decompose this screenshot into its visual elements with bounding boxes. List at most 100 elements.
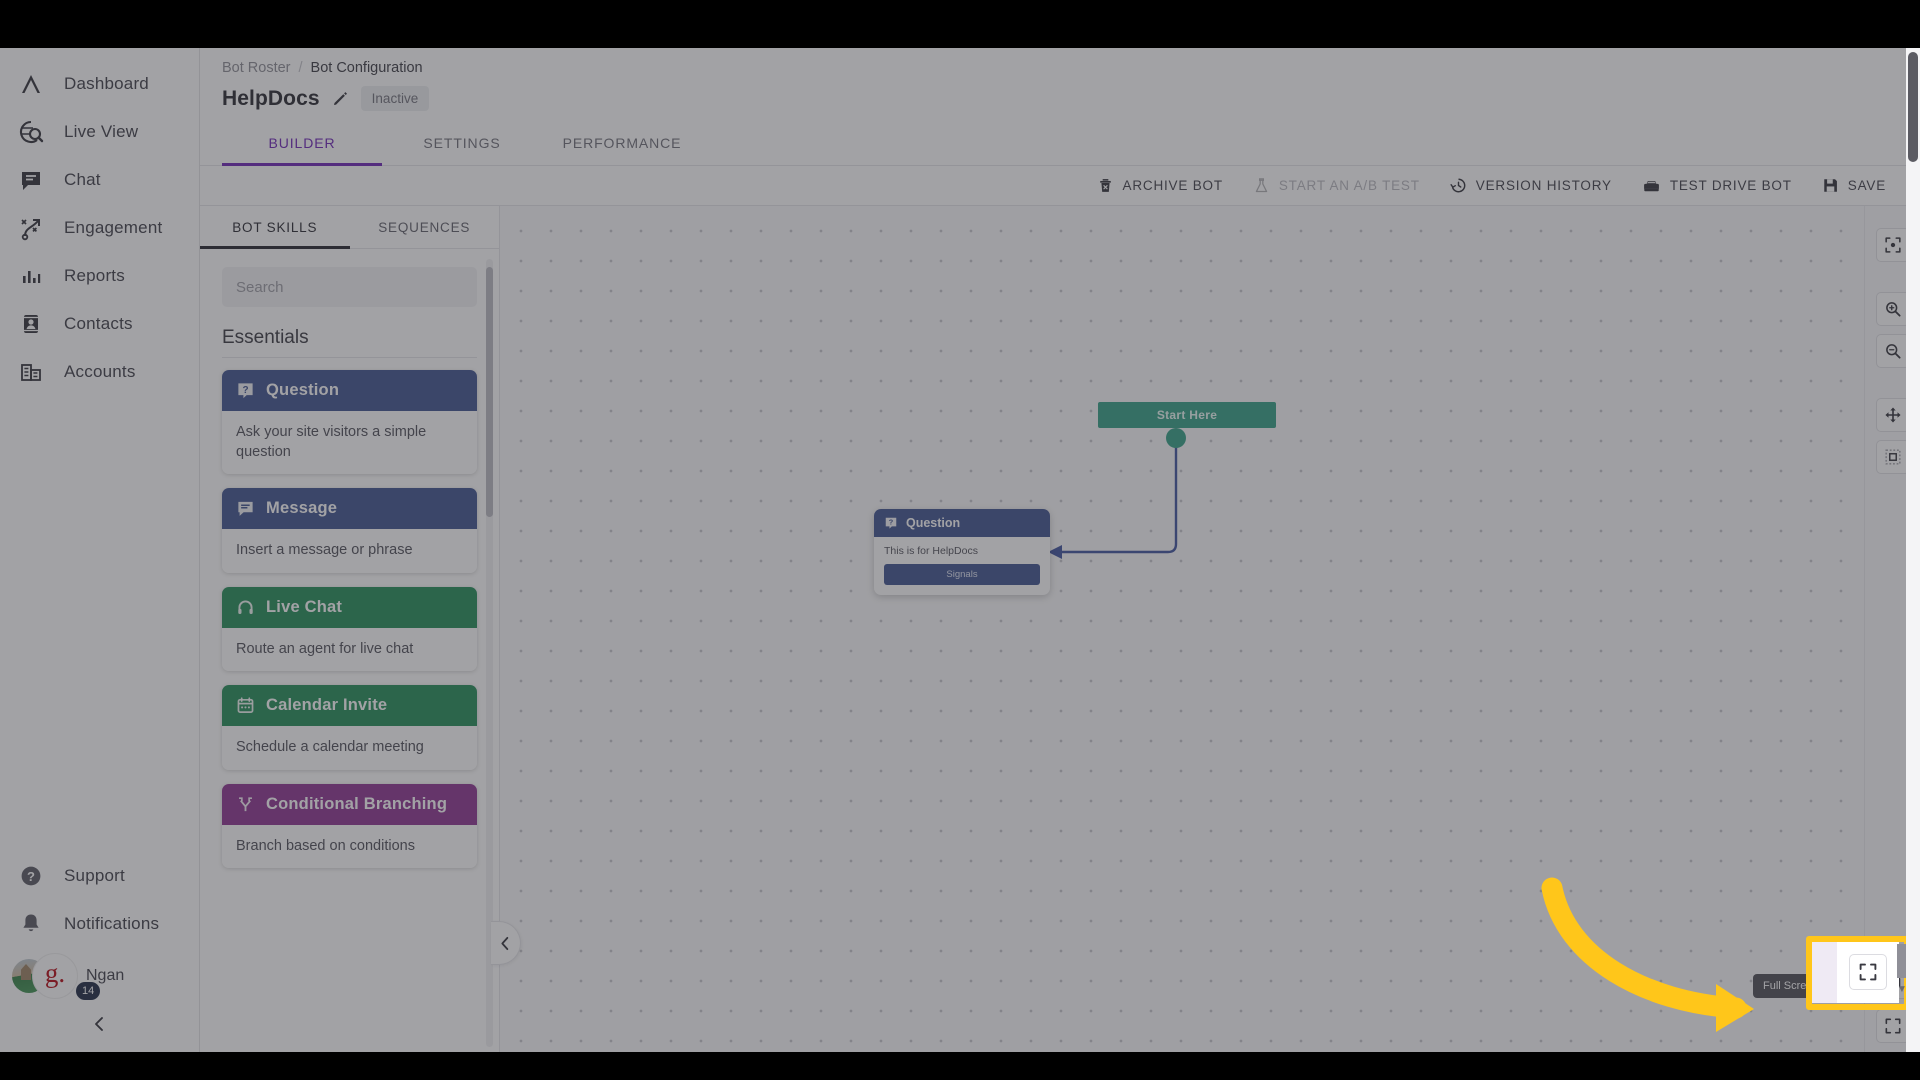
zoom-in-icon xyxy=(1885,302,1901,317)
fullscreen-icon xyxy=(1859,963,1877,981)
zoom-in-button[interactable] xyxy=(1875,292,1910,326)
sidebar-item-chat[interactable]: Chat xyxy=(0,156,199,204)
skill-card-header: Live Chat xyxy=(222,586,477,628)
divider xyxy=(222,357,477,358)
question-badge-icon: ? xyxy=(885,518,897,529)
builder-toolbar: ARCHIVE BOT START AN A/B TEST VERSION HI… xyxy=(200,166,1920,206)
sidebar-item-accounts[interactable]: Accounts xyxy=(0,348,199,396)
breadcrumb-parent[interactable]: Bot Roster xyxy=(222,60,291,76)
trash-icon xyxy=(1099,179,1111,192)
canvas-grid[interactable]: Start Here ? Question This is for HelpDo… xyxy=(500,206,1920,1057)
logo-peak-icon xyxy=(16,69,46,99)
skill-list-scroll[interactable]: Essentials ? Question Ask your site visi… xyxy=(200,249,499,1057)
chat-bubble-icon xyxy=(16,165,46,195)
primary-nav: Dashboard Live View Chat Engagement Repo… xyxy=(0,48,199,396)
flow-canvas[interactable]: Start Here ? Question This is for HelpDo… xyxy=(500,206,1920,1057)
test-drive-bot-button[interactable]: TEST DRIVE BOT xyxy=(1642,177,1792,194)
chevron-left-icon xyxy=(501,936,509,950)
skill-card-title: Question xyxy=(266,381,340,399)
sidebar-item-label: Notifications xyxy=(64,914,160,933)
sidebar-item-label: Live View xyxy=(64,122,139,141)
page-scrollbar-thumb[interactable] xyxy=(1908,52,1918,162)
calendar-icon xyxy=(237,697,254,714)
notification-count-badge: 14 xyxy=(74,980,103,1002)
recenter-button[interactable] xyxy=(1875,228,1910,262)
tab-settings[interactable]: SETTINGS xyxy=(382,125,542,165)
sidebar-item-reports[interactable]: Reports xyxy=(0,252,199,300)
app-root: Dashboard Live View Chat Engagement Repo… xyxy=(0,0,1920,1080)
skill-card-desc: Ask your site visitors a simple question xyxy=(222,411,477,475)
sidebar-item-engagement[interactable]: Engagement xyxy=(0,204,199,252)
sidebar-item-contacts[interactable]: Contacts xyxy=(0,300,199,348)
car-icon xyxy=(1643,181,1659,192)
version-history-button[interactable]: VERSION HISTORY xyxy=(1450,177,1612,194)
skill-card-question[interactable]: ? Question Ask your site visitors a simp… xyxy=(222,370,477,475)
building-icon xyxy=(16,357,46,387)
live-view-globe-icon xyxy=(16,117,46,147)
start-ab-test-button[interactable]: START AN A/B TEST xyxy=(1253,177,1420,194)
page-title-row: HelpDocs Inactive xyxy=(200,76,1920,111)
node-start-here[interactable]: Start Here xyxy=(1098,402,1276,428)
fit-selection-icon xyxy=(1884,449,1901,465)
archive-bot-button[interactable]: ARCHIVE BOT xyxy=(1097,177,1223,194)
secondary-nav: ? Support Notifications g. 14 Ngan xyxy=(0,852,199,1052)
pencil-icon xyxy=(333,92,347,105)
node-question[interactable]: ? Question This is for HelpDocs Signals xyxy=(874,509,1050,595)
zoom-out-button[interactable] xyxy=(1875,334,1910,368)
message-bubble-icon xyxy=(238,501,253,517)
start-node-output-handle[interactable] xyxy=(1166,428,1186,448)
start-node-label: Start Here xyxy=(1098,402,1276,428)
tab-bot-skills[interactable]: BOT SKILLS xyxy=(200,206,350,249)
fullscreen-button[interactable] xyxy=(1875,1009,1910,1043)
sidebar-item-dashboard[interactable]: Dashboard xyxy=(0,60,199,108)
tab-label: PERFORMANCE xyxy=(562,135,682,151)
breadcrumb-current: Bot Configuration xyxy=(310,60,423,76)
toolbar-label: VERSION HISTORY xyxy=(1475,178,1612,193)
user-profile[interactable]: g. 14 Ngan xyxy=(0,948,199,1004)
skill-card-desc: Route an agent for live chat xyxy=(222,627,477,672)
skill-card-title: Message xyxy=(266,499,338,518)
page-title: HelpDocs xyxy=(222,86,320,110)
connector-start-to-question xyxy=(1060,438,1178,554)
svg-text:?: ? xyxy=(242,385,248,396)
fit-selection-button[interactable] xyxy=(1875,440,1910,474)
sidebar-item-notifications[interactable]: Notifications xyxy=(0,900,199,948)
skill-card-message[interactable]: Message Insert a message or phrase xyxy=(222,488,477,573)
skill-card-header: Calendar Invite xyxy=(222,685,477,727)
tab-sequences[interactable]: SEQUENCES xyxy=(350,206,500,248)
skill-card-conditional-branching[interactable]: Conditional Branching Branch based on co… xyxy=(222,783,477,869)
pan-button[interactable] xyxy=(1875,398,1910,432)
bar-chart-icon xyxy=(16,261,46,291)
status-badge: Inactive xyxy=(360,86,430,111)
sidebar-collapse-button[interactable] xyxy=(86,1010,114,1038)
skill-card-title: Conditional Branching xyxy=(266,794,448,813)
edit-name-button[interactable] xyxy=(332,90,349,107)
sidebar-item-support[interactable]: ? Support xyxy=(0,852,199,900)
search-input[interactable] xyxy=(222,267,477,307)
connector-arrowhead xyxy=(1048,545,1062,559)
skill-card-desc: Branch based on conditions xyxy=(222,824,477,869)
sidebar-collapse-row xyxy=(0,1004,199,1038)
fullscreen-button-highlighted[interactable] xyxy=(1849,954,1887,990)
skill-panel-tabs: BOT SKILLS SEQUENCES xyxy=(200,206,499,249)
svg-text:?: ? xyxy=(27,869,35,884)
toolbar-label: ARCHIVE BOT xyxy=(1122,178,1223,193)
skill-panel-scrollbar-thumb[interactable] xyxy=(486,267,493,517)
headset-icon xyxy=(238,600,253,614)
save-button[interactable]: SAVE xyxy=(1822,177,1886,194)
builder-body: BOT SKILLS SEQUENCES Essentials ? Qu xyxy=(200,206,1920,1057)
skill-card-calendar-invite[interactable]: Calendar Invite Schedule a calendar meet… xyxy=(222,685,477,770)
skill-card-title: Live Chat xyxy=(266,597,343,616)
window-bottom-bar xyxy=(0,1052,1920,1080)
tab-builder[interactable]: BUILDER xyxy=(222,125,382,166)
toolbar-label: TEST DRIVE BOT xyxy=(1669,178,1792,193)
history-clock-icon xyxy=(1450,178,1466,193)
tab-performance[interactable]: PERFORMANCE xyxy=(542,125,702,165)
tab-label: SEQUENCES xyxy=(378,220,471,235)
toolbar-label: SAVE xyxy=(1847,178,1886,193)
page-scrollbar-track[interactable] xyxy=(1906,48,1920,1052)
skill-card-live-chat[interactable]: Live Chat Route an agent for live chat xyxy=(222,586,477,672)
brand-badge: g. xyxy=(32,953,78,999)
node-question-option-signals[interactable]: Signals xyxy=(884,564,1040,585)
sidebar-item-live-view[interactable]: Live View xyxy=(0,108,199,156)
